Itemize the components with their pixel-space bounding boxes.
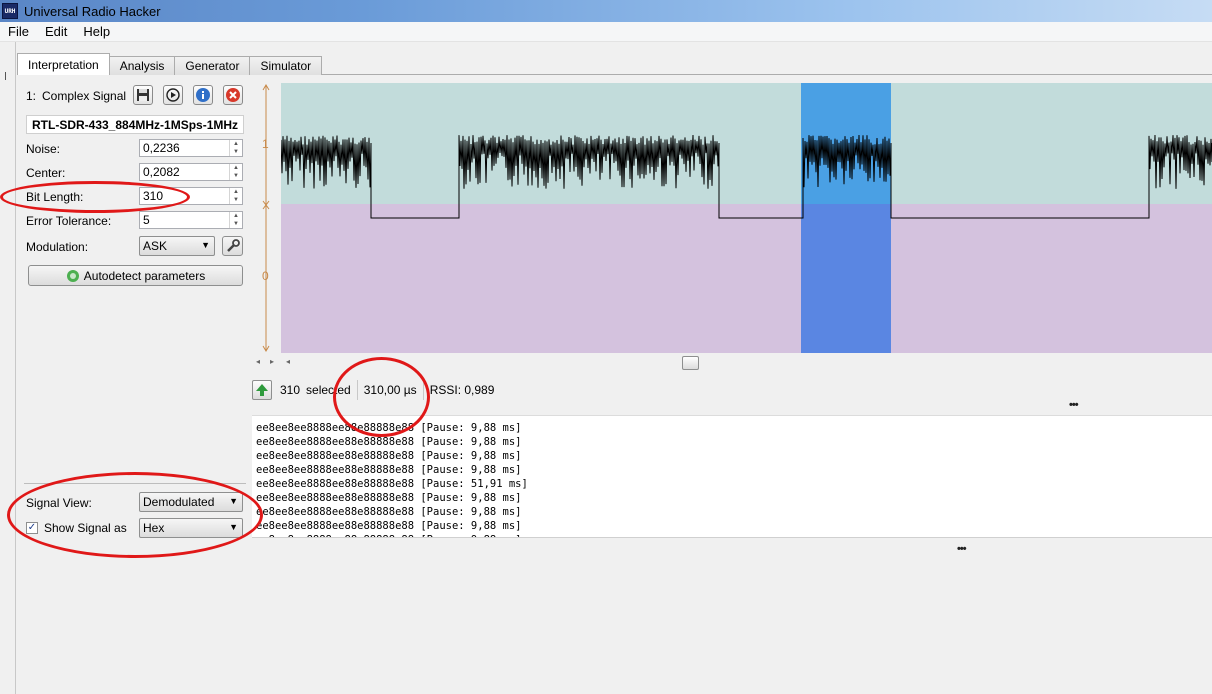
play-signal-button[interactable]	[163, 85, 183, 105]
tab-generator[interactable]: Generator	[174, 56, 251, 75]
close-signal-button[interactable]	[223, 85, 243, 105]
signal-info-button[interactable]	[193, 85, 213, 105]
error-tolerance-spinbox[interactable]: 5 ▲ ▼	[139, 211, 243, 229]
autodetect-label: Autodetect parameters	[83, 268, 206, 283]
signal-name-field[interactable]: RTL-SDR-433_884MHz-1MSps-1MHz	[26, 115, 244, 134]
bit-length-spin-arrows[interactable]: ▲ ▼	[229, 188, 242, 204]
axis-one-label: 1	[262, 137, 269, 151]
title-bar: URH Universal Radio Hacker	[0, 0, 1212, 22]
wrench-icon	[226, 239, 240, 252]
info-icon	[196, 88, 210, 102]
app-icon: URH	[2, 3, 18, 19]
left-dock-strip	[0, 42, 16, 694]
one-region	[281, 83, 1212, 204]
center-value: 0,2082	[143, 165, 180, 179]
noise-spinbox[interactable]: 0,2236 ▲ ▼	[139, 139, 243, 157]
protocol-line: ee8ee8ee8888ee88e88888e88 [Pause: 9,88 m…	[256, 450, 522, 462]
zero-region	[281, 204, 1212, 353]
autodetect-parameters-button[interactable]: Autodetect parameters	[28, 265, 243, 286]
modulation-label: Modulation:	[26, 240, 89, 254]
selected-count: 310	[280, 383, 301, 397]
floppy-icon	[137, 89, 149, 101]
scroll-thumb[interactable]	[682, 356, 699, 370]
annotation-ellipse-duration	[333, 357, 430, 437]
signal-type: Complex Signal	[42, 89, 127, 103]
modulation-select[interactable]: ASK ▼	[139, 236, 215, 256]
lower-panel	[252, 537, 1212, 694]
center-label: Center:	[26, 166, 66, 180]
menu-file[interactable]: File	[0, 24, 37, 39]
signal-graph[interactable]	[281, 83, 1212, 353]
noise-label: Noise:	[26, 142, 61, 156]
modulation-settings-button[interactable]	[222, 236, 243, 256]
up-arrow-icon	[256, 384, 268, 396]
menu-help[interactable]: Help	[75, 24, 118, 39]
dock-marker	[5, 72, 6, 80]
splitter-handle-upper[interactable]: •••	[1069, 399, 1079, 411]
tab-interpretation[interactable]: Interpretation	[17, 53, 110, 75]
selection-lower	[801, 204, 891, 353]
amplitude-axis: 1 0	[262, 84, 270, 352]
noise-value: 0,2236	[143, 141, 180, 155]
scroll-left-icon[interactable]: ◂	[256, 357, 260, 366]
signal-header: 1: Complex Signal	[26, 89, 126, 103]
menu-bar: File Edit Help	[0, 22, 1212, 42]
protocol-line: ee8ee8ee8888ee88e88888e88 [Pause: 51,91 …	[256, 478, 528, 490]
signal-index: 1:	[26, 89, 37, 103]
center-spinbox[interactable]: 0,2082 ▲ ▼	[139, 163, 243, 181]
close-icon	[226, 88, 240, 102]
tab-analysis[interactable]: Analysis	[108, 56, 176, 75]
save-signal-button[interactable]	[133, 85, 153, 105]
protocol-line: ee8ee8ee8888ee88e88888e88 [Pause: 9,88 m…	[256, 464, 522, 476]
protocol-line: ee8ee8ee8888ee88e88888e88 [Pause: 9,88 m…	[256, 506, 522, 518]
zoom-selection-button[interactable]	[252, 380, 272, 400]
error-tolerance-value: 5	[143, 213, 150, 227]
annotation-ellipse-view-options	[7, 472, 263, 558]
annotation-ellipse-bit-length	[0, 181, 190, 213]
autodetect-icon	[66, 269, 79, 282]
protocol-line: ee8ee8ee8888ee88e88888e88 [Pause: 9,88 m…	[256, 492, 522, 504]
noise-spin-arrows[interactable]: ▲ ▼	[229, 140, 242, 156]
window-title: Universal Radio Hacker	[24, 3, 161, 19]
center-spin-arrows[interactable]: ▲ ▼	[229, 164, 242, 180]
splitter-handle-lower[interactable]: •••	[957, 543, 967, 555]
error-tolerance-label: Error Tolerance:	[26, 214, 112, 228]
main-tabs: Interpretation Analysis Generator Simula…	[17, 53, 323, 75]
tab-simulator[interactable]: Simulator	[249, 56, 323, 75]
protocol-line: ee8ee8ee8888ee88e88888e88 [Pause: 9,88 m…	[256, 520, 522, 532]
play-icon	[166, 88, 180, 102]
protocol-line: ee8ee8ee8888ee88e88888e88 [Pause: 9,88 m…	[256, 436, 522, 448]
menu-edit[interactable]: Edit	[37, 24, 75, 39]
axis-zero-label: 0	[262, 269, 269, 283]
rssi-value: RSSI: 0,989	[429, 383, 495, 397]
error-tolerance-spin-arrows[interactable]: ▲ ▼	[229, 212, 242, 228]
scroll-right-icon[interactable]: ▸	[270, 357, 274, 366]
scroll-left-icon[interactable]: ◂	[286, 357, 290, 366]
modulation-value: ASK	[143, 239, 168, 253]
chevron-down-icon: ▼	[201, 240, 210, 250]
